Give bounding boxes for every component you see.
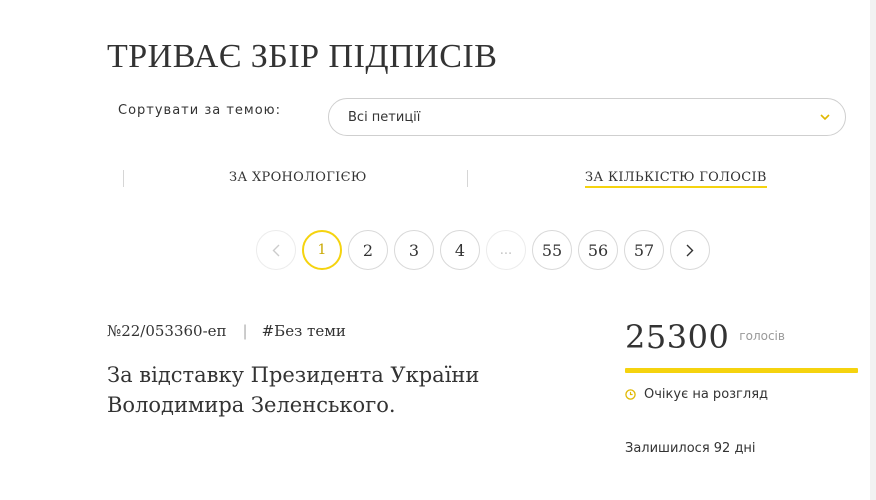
page-edge (870, 0, 876, 500)
status-text: Очікує на розгляд (644, 387, 769, 402)
chevron-down-icon (819, 111, 831, 123)
votes-unit: голосів (739, 329, 785, 343)
page-button-2[interactable]: 2 (348, 230, 388, 270)
clock-icon (625, 389, 636, 400)
topic-select[interactable]: Всі петиції (328, 98, 846, 136)
next-page-button[interactable] (670, 230, 710, 270)
pagination: 1 2 3 4 ... 55 56 57 (256, 230, 710, 270)
chevron-left-icon (272, 244, 280, 256)
petition-status: Очікує на розгляд (625, 387, 768, 402)
page-button-3[interactable]: 3 (394, 230, 434, 270)
petition-number: №22/053360-еп (107, 322, 227, 340)
tab-chronology[interactable]: ЗА ХРОНОЛОГІЄЮ (229, 170, 367, 185)
page-ellipsis: ... (486, 230, 526, 270)
petition-title[interactable]: За відставку Президента України Володими… (107, 360, 557, 420)
votes-progress-fill (625, 368, 858, 373)
tab-by-votes[interactable]: ЗА КІЛЬКІСТЮ ГОЛОСІВ (585, 170, 767, 188)
page-button-55[interactable]: 55 (532, 230, 572, 270)
remaining-time: Залишилося 92 дні (625, 441, 756, 456)
prev-page-button[interactable] (256, 230, 296, 270)
votes-count: 25300 (625, 318, 730, 356)
tab-divider (467, 170, 468, 187)
page-button-57[interactable]: 57 (624, 230, 664, 270)
page-button-56[interactable]: 56 (578, 230, 618, 270)
tab-divider (123, 170, 124, 187)
votes-progress-bar (625, 368, 858, 373)
chevron-right-icon (686, 244, 694, 256)
sort-label: Сортувати за темою: (118, 103, 281, 118)
petition-tag[interactable]: #Без теми (262, 322, 346, 340)
votes-block: 25300 голосів (625, 318, 785, 356)
meta-separator: | (242, 322, 248, 340)
petition-meta: №22/053360-еп | #Без теми (107, 322, 346, 340)
topic-select-value: Всі петиції (348, 109, 421, 125)
page-title: ТРИВАЄ ЗБІР ПІДПИСІВ (107, 38, 498, 75)
page-button-1[interactable]: 1 (302, 230, 342, 270)
page-button-4[interactable]: 4 (440, 230, 480, 270)
